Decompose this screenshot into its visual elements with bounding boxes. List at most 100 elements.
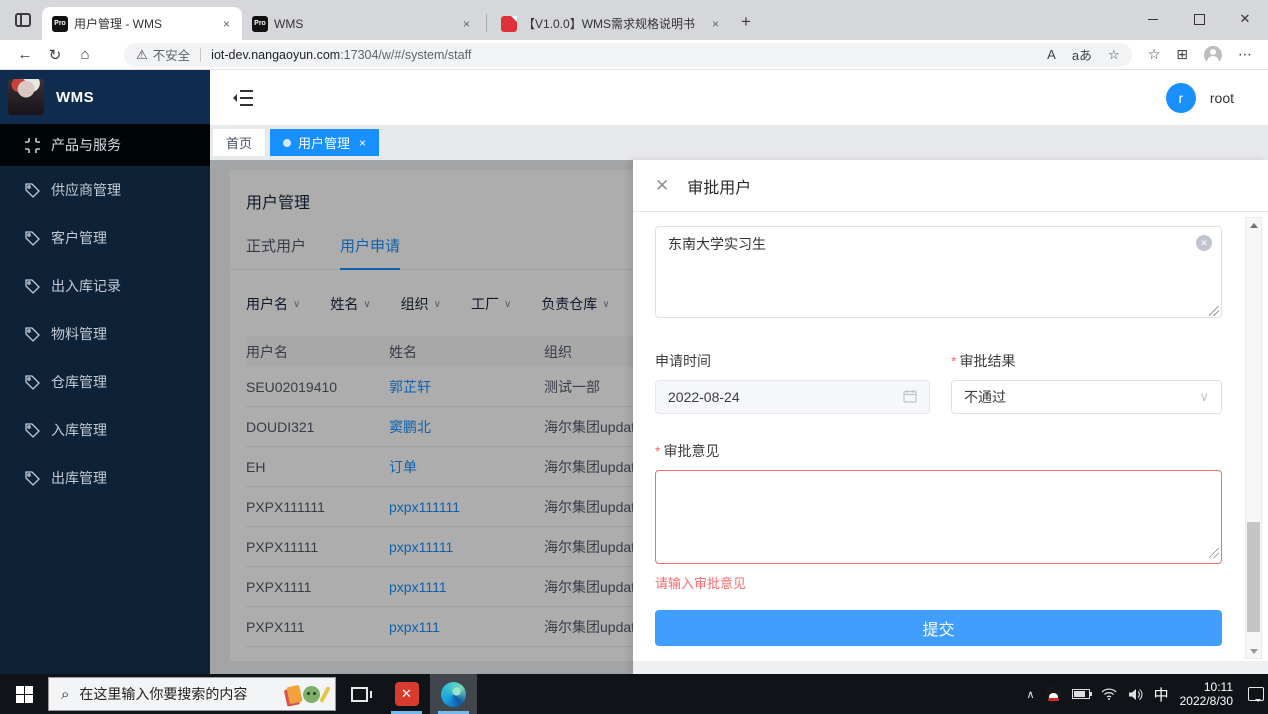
main-area: r root 首页 用户管理 × 用户管理 正式用户 用户申请 [210,70,1268,674]
pro-favicon-icon: Pro [52,16,68,32]
tray-expand-icon[interactable]: ∧ [1027,688,1035,701]
apply-reason-textarea[interactable]: 东南大学实习生 [655,226,1222,318]
browser-tab-wms[interactable]: Pro WMS × [242,7,482,40]
window-close-button[interactable]: ✕ [1222,0,1268,38]
app-header: r root [210,70,1268,125]
tag-icon [24,374,41,391]
tab-close-icon[interactable]: × [219,16,234,32]
security-label: 不安全 [153,45,191,64]
active-dot-icon [283,139,291,147]
browser-tab-active[interactable]: Pro 用户管理 - WMS × [42,7,242,40]
resize-grip-icon[interactable] [1209,306,1219,316]
clear-input-icon[interactable]: ✕ [1196,235,1212,251]
ime-indicator[interactable]: 中 [1154,684,1169,705]
drawer-body: 东南大学实习生 ✕ 申请时间 [633,213,1268,661]
sidebar-item-label: 出入库记录 [51,276,121,296]
refresh-icon[interactable]: ↻ [40,46,70,64]
drawer-bottom-strip [633,661,1268,674]
system-tray: ∧ 中 10:11 2022/8/30 [1027,674,1268,714]
drawer-close-icon[interactable]: ✕ [655,176,669,196]
security-warning[interactable]: ⚠ 不安全 [136,45,190,64]
start-button[interactable] [0,674,48,714]
sidebar-item-inout-records[interactable]: 出入库记录 [0,262,210,310]
scroll-down-icon[interactable] [1246,644,1261,658]
new-tab-button[interactable]: + [731,12,761,32]
tag-icon [24,278,41,295]
apply-time-input [655,380,930,414]
approve-user-drawer: ✕ 审批用户 东南大学实习生 ✕ 申请时间 [633,160,1268,674]
home-icon[interactable]: ⌂ [70,46,100,63]
add-favorite-icon[interactable]: ☆ [1108,47,1120,63]
tab-title: 用户管理 - WMS [74,15,213,32]
submit-button[interactable]: 提交 [655,610,1222,646]
page-tab-home[interactable]: 首页 [213,129,265,156]
task-view-icon [351,687,368,702]
sidebar-item-label: 出库管理 [51,468,107,488]
back-icon[interactable]: ← [10,46,40,63]
sidebar-item-label: 供应商管理 [51,180,121,200]
tab-actions-menu-icon[interactable] [10,7,36,33]
favorites-hub-icon[interactable]: ☆ [1148,46,1161,63]
window-minimize-button[interactable] [1130,0,1176,38]
settings-more-icon[interactable]: ⋯ [1238,46,1252,63]
drawer-header: ✕ 审批用户 [633,160,1268,212]
scrollbar-thumb[interactable] [1247,522,1260,632]
battery-icon[interactable] [1072,689,1090,699]
clock-time: 10:11 [1180,680,1233,694]
volume-icon[interactable] [1128,688,1143,701]
tag-icon [24,230,41,247]
task-view-button[interactable] [336,674,383,714]
edge-app-button[interactable] [430,674,477,714]
tab-separator [486,14,487,32]
translate-icon[interactable]: aあ [1072,45,1092,64]
required-asterisk: * [655,443,660,459]
sidebar-item-inbound[interactable]: 入库管理 [0,406,210,454]
app-logo: WMS [0,70,210,124]
page-tab-close-icon[interactable]: × [359,136,366,150]
divider [200,48,201,62]
resize-grip-icon[interactable] [1209,548,1219,558]
apply-time-field: 申请时间 [655,351,930,414]
sidebar-item-suppliers[interactable]: 供应商管理 [0,166,210,214]
sidebar-item-warehouses[interactable]: 仓库管理 [0,358,210,406]
collections-icon[interactable]: ⊞ [1176,46,1188,63]
tag-icon [24,326,41,343]
tag-icon [24,470,41,487]
tab-title: WMS [274,17,453,31]
menu-fold-icon[interactable] [232,89,254,107]
xshell-icon: ✕ [395,682,419,706]
sidebar-item-materials[interactable]: 物料管理 [0,310,210,358]
taskbar-clock[interactable]: 10:11 2022/8/30 [1180,680,1233,708]
page-tab-label: 首页 [226,133,252,152]
drawer-scrollbar[interactable] [1245,217,1262,659]
read-aloud-icon[interactable]: A [1047,47,1056,62]
scroll-up-icon[interactable] [1246,218,1261,232]
url-field[interactable]: ⚠ 不安全 iot-dev.nangaoyun.com :17304/w/#/s… [124,43,1132,67]
browser-profile-avatar[interactable] [1204,46,1222,64]
tab-close-icon[interactable]: × [708,16,723,32]
user-avatar[interactable]: r [1166,83,1196,113]
sidebar-item-customers[interactable]: 客户管理 [0,214,210,262]
search-highlight-sticker[interactable] [288,686,327,703]
action-center-icon[interactable] [1248,687,1264,701]
pro-favicon-icon: Pro [252,16,268,32]
approval-result-select[interactable]: 不通过 ∨ [951,380,1222,414]
approval-opinion-label: *审批意见 [655,441,1222,461]
wifi-icon[interactable] [1101,688,1117,700]
sidebar-item-outbound[interactable]: 出库管理 [0,454,210,502]
url-host: iot-dev.nangaoyun.com [211,48,340,62]
approval-result-value: 不通过 [964,387,1199,407]
approval-result-label: *审批结果 [951,351,1222,371]
sidebar-item-products[interactable]: 产品与服务 [0,124,210,166]
browser-tab-pdf[interactable]: 【V1.0.0】WMS需求规格说明书 × [491,7,731,40]
search-icon: ⌕ [61,686,69,703]
taskbar-search-box[interactable]: ⌕ 在这里输入你要搜索的内容 [48,677,336,711]
page-tab-user-management[interactable]: 用户管理 × [270,129,379,156]
username[interactable]: root [1210,90,1234,106]
qq-tray-icon[interactable] [1046,686,1061,703]
approval-opinion-textarea[interactable] [655,470,1222,564]
tab-close-icon[interactable]: × [459,16,474,32]
xshell-app-button[interactable]: ✕ [383,674,430,714]
window-restore-button[interactable] [1176,0,1222,38]
approval-result-field: *审批结果 不通过 ∨ [951,351,1222,414]
